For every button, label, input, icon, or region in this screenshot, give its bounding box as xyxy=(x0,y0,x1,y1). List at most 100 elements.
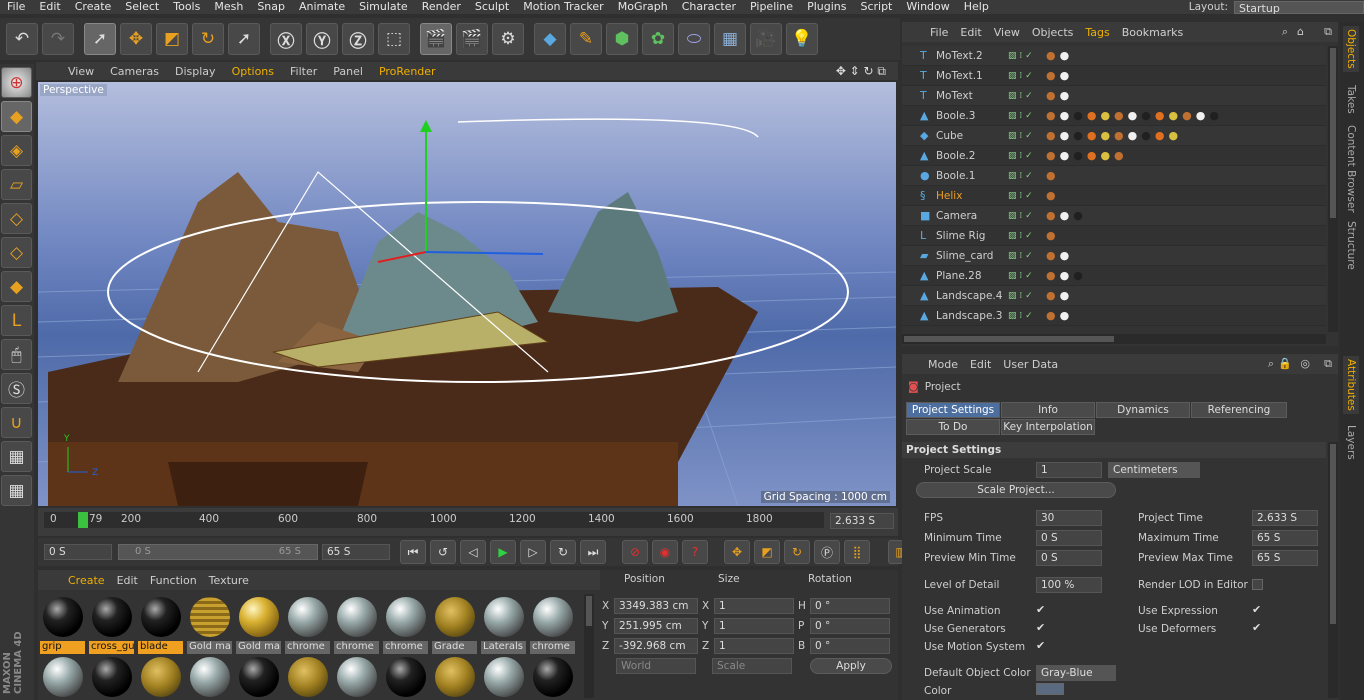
visibility-toggle-icon[interactable]: ▨ ⁞ ✓ xyxy=(1008,51,1046,61)
obj-hscroll[interactable] xyxy=(902,334,1326,344)
tag-icon[interactable]: ● xyxy=(1060,149,1070,162)
x-axis-icon[interactable]: Ⓧ xyxy=(270,23,302,55)
vp-menu-view[interactable]: View xyxy=(60,65,102,78)
key-pla-icon[interactable]: ⣿ xyxy=(844,540,870,564)
object-name[interactable]: Boole.2 xyxy=(936,150,1008,162)
menu-select[interactable]: Select xyxy=(118,0,166,14)
obj-menu-objects[interactable]: Objects xyxy=(1026,26,1080,39)
magnet-icon[interactable]: ∪ xyxy=(1,407,32,438)
tag-icon[interactable]: ● xyxy=(1060,49,1070,62)
menu-script[interactable]: Script xyxy=(853,0,899,14)
apply-button[interactable]: Apply xyxy=(810,658,892,674)
tag-icon[interactable]: ● xyxy=(1046,289,1056,302)
material-swatch[interactable]: grip xyxy=(40,594,85,654)
coord-scale-dropdown[interactable]: Scale xyxy=(712,658,792,674)
obj-new-window-icon[interactable]: ⧉ xyxy=(1324,25,1332,39)
object-name[interactable]: Plane.28 xyxy=(936,270,1008,282)
snap-icon[interactable]: Ⓢ xyxy=(1,373,32,404)
menu-file[interactable]: File xyxy=(0,0,32,14)
material-swatch[interactable] xyxy=(40,654,85,697)
material-swatch[interactable] xyxy=(89,654,134,697)
rotate-icon[interactable]: ↻ xyxy=(192,23,224,55)
object-name[interactable]: Boole.3 xyxy=(936,110,1008,122)
tab-info[interactable]: Info xyxy=(1001,402,1095,418)
material-swatch[interactable] xyxy=(530,654,575,697)
object-row[interactable]: ■ Camera ▨ ⁞ ✓ ● ● ● xyxy=(902,206,1326,226)
object-row[interactable]: § Helix ▨ ⁞ ✓ ● xyxy=(902,186,1326,206)
redo-icon[interactable]: ↷ xyxy=(42,23,74,55)
object-row[interactable]: ▲ Boole.2 ▨ ⁞ ✓ ● ● ● ● ● ● xyxy=(902,146,1326,166)
object-row[interactable]: ▲ Landscape.4 ▨ ⁞ ✓ ● ● xyxy=(902,286,1326,306)
fps-field[interactable]: 30 xyxy=(1036,510,1102,526)
tag-icon[interactable]: ● xyxy=(1046,229,1056,242)
visibility-toggle-icon[interactable]: ▨ ⁞ ✓ xyxy=(1008,111,1046,121)
model-mode-icon[interactable]: ◆ xyxy=(1,101,32,132)
menu-simulate[interactable]: Simulate xyxy=(352,0,415,14)
side-tab-content-browser[interactable]: Content Browser xyxy=(1343,122,1359,216)
coord-mode-dropdown[interactable]: World xyxy=(616,658,696,674)
material-swatch[interactable] xyxy=(285,654,330,697)
attr-vscroll[interactable] xyxy=(1328,442,1338,698)
subdivision-icon[interactable]: ⬢ xyxy=(606,23,638,55)
rot-b-field[interactable]: 0 ° xyxy=(810,638,890,654)
size-x-field[interactable]: 1 xyxy=(714,598,794,614)
tag-icon[interactable]: ● xyxy=(1073,129,1083,142)
max-time-field[interactable]: 65 S xyxy=(1252,530,1318,546)
obj-menu-file[interactable]: File xyxy=(924,26,954,39)
key-param-icon[interactable]: Ⓟ xyxy=(814,540,840,564)
visibility-toggle-icon[interactable]: ▨ ⁞ ✓ xyxy=(1008,311,1046,321)
key-position-icon[interactable]: ✥ xyxy=(724,540,750,564)
object-row[interactable]: T MoText ▨ ⁞ ✓ ● ● xyxy=(902,86,1326,106)
tab-key-interpolation[interactable]: Key Interpolation xyxy=(1001,419,1095,435)
object-name[interactable]: Helix xyxy=(936,190,1008,202)
floor-icon[interactable]: ▦ xyxy=(714,23,746,55)
lock-workplane-icon[interactable]: ▦ xyxy=(1,475,32,506)
use-motion-checkbox[interactable]: ✔ xyxy=(1036,639,1045,652)
prev-frame-icon[interactable]: ◁ xyxy=(460,540,486,564)
object-row[interactable]: T MoText.2 ▨ ⁞ ✓ ● ● xyxy=(902,46,1326,66)
use-expression-checkbox[interactable]: ✔ xyxy=(1252,603,1261,616)
visibility-toggle-icon[interactable]: ▨ ⁞ ✓ xyxy=(1008,191,1046,201)
tag-icon[interactable]: ● xyxy=(1141,129,1151,142)
tag-icon[interactable]: ● xyxy=(1100,149,1110,162)
object-name[interactable]: Slime_card xyxy=(936,250,1008,262)
render-picture-viewer-icon[interactable]: 🎬 xyxy=(456,23,488,55)
render-settings-icon[interactable]: ⚙ xyxy=(492,23,524,55)
render-view-icon[interactable]: 🎬 xyxy=(420,23,452,55)
end-time-field[interactable]: 65 S xyxy=(322,544,390,560)
material-swatch[interactable]: Gold ma xyxy=(187,594,232,654)
object-name[interactable]: Camera xyxy=(936,210,1008,222)
undo-icon[interactable]: ↶ xyxy=(6,23,38,55)
pen-icon[interactable]: ✎ xyxy=(570,23,602,55)
tag-icon[interactable]: ● xyxy=(1141,109,1151,122)
tag-icon[interactable]: ● xyxy=(1114,149,1124,162)
y-axis-icon[interactable]: Ⓨ xyxy=(306,23,338,55)
rot-p-field[interactable]: 0 ° xyxy=(810,618,890,634)
object-row[interactable]: ▲ Boole.3 ▨ ⁞ ✓ ● ● ● ● ● ● ● ● ● ● ● ● ● xyxy=(902,106,1326,126)
tag-icon[interactable]: ● xyxy=(1087,109,1097,122)
material-swatch[interactable]: chrome xyxy=(285,594,330,654)
tag-icon[interactable]: ● xyxy=(1060,69,1070,82)
make-editable-icon[interactable]: ⊕ xyxy=(1,67,32,98)
polygons-mode-icon[interactable]: ◆ xyxy=(1,271,32,302)
object-name[interactable]: Landscape.4 xyxy=(936,290,1008,302)
tag-icon[interactable]: ● xyxy=(1114,129,1124,142)
size-z-field[interactable]: 1 xyxy=(714,638,794,654)
visibility-toggle-icon[interactable]: ▨ ⁞ ✓ xyxy=(1008,271,1046,281)
tag-icon[interactable]: ● xyxy=(1046,309,1056,322)
vp-menu-options[interactable]: Options xyxy=(224,65,282,78)
range-slider[interactable]: 0 S 65 S xyxy=(118,544,318,560)
lod-field[interactable]: 100 % xyxy=(1036,577,1102,593)
object-row[interactable]: ▲ Landscape.3 ▨ ⁞ ✓ ● ● xyxy=(902,306,1326,326)
live-selection-icon[interactable]: ➚ xyxy=(84,23,116,55)
tag-icon[interactable]: ● xyxy=(1060,249,1070,262)
scale-icon[interactable]: ◩ xyxy=(156,23,188,55)
material-swatch[interactable] xyxy=(334,654,379,697)
tag-icon[interactable]: ● xyxy=(1060,109,1070,122)
visibility-toggle-icon[interactable]: ▨ ⁞ ✓ xyxy=(1008,251,1046,261)
tag-icon[interactable]: ● xyxy=(1060,309,1070,322)
tag-icon[interactable]: ● xyxy=(1060,289,1070,302)
menu-edit[interactable]: Edit xyxy=(32,0,67,14)
tag-icon[interactable]: ● xyxy=(1168,109,1178,122)
material-swatch[interactable]: blade xyxy=(138,594,183,654)
